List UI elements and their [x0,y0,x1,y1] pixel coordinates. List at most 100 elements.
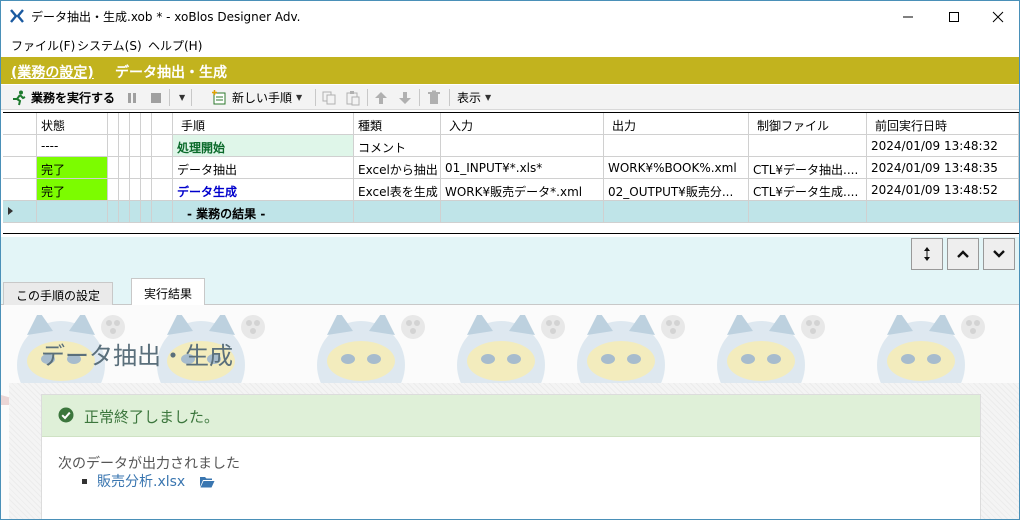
table-row[interactable]: ---- 処理開始 コメント 2024/01/09 13:48:32 [3,135,1019,157]
column-header-step[interactable]: 手順 [173,113,354,135]
business-result-row[interactable]: - 業務の結果 - [3,201,1019,223]
check-circle-icon [58,407,74,423]
move-down-button[interactable] [397,87,413,108]
maximize-button[interactable] [931,1,977,32]
stop-icon [151,92,161,103]
trash-icon [428,90,440,104]
success-alert: 正常終了しました。 [42,395,980,437]
tab-step-settings[interactable]: この手順の設定 [3,282,114,306]
flag-cell [130,179,141,201]
status-cell: 完了 [37,157,108,179]
move-up-button[interactable] [373,87,389,108]
caret-down-icon: ▼ [179,93,186,102]
flag-cell [130,135,141,157]
column-header-input[interactable]: 入力 [441,113,604,135]
control-file-cell [749,135,867,157]
row-header-cell [3,113,37,135]
arrow-down-icon [399,91,411,104]
result-heading: データ抽出・生成 [41,342,233,370]
close-icon [992,11,1004,22]
toolbar-separator [419,89,420,106]
resize-pane-button[interactable] [911,238,943,270]
table-row[interactable]: 完了 データ抽出 Excelから抽出 01_INPUT¥*.xls* WORK¥… [3,157,1019,179]
caret-down-icon: ▼ [485,93,492,102]
output-cell: 02_OUTPUT¥販売分... [604,179,749,201]
tab-execution-result[interactable]: 実行結果 [131,278,206,306]
toolbar-separator [315,89,316,106]
control-file-cell [749,201,867,223]
toolbar-separator [449,89,450,106]
pause-icon [128,92,136,103]
folder-open-icon[interactable] [199,475,215,488]
run-business-label: 業務を実行する [31,91,116,105]
business-title: データ抽出・生成 [115,65,227,81]
paste-icon [346,90,360,105]
input-cell: 01_INPUT¥*.xls* [441,157,604,179]
flag-cell [108,135,119,157]
delete-button[interactable] [426,87,442,108]
column-header-flag [130,113,141,135]
minimize-button[interactable] [885,1,931,32]
output-message: 次のデータが出力されました [58,456,240,472]
type-cell [354,201,441,223]
status-cell [37,201,108,223]
output-file-link[interactable]: 販売分析.xlsx [97,471,185,491]
column-header-last-run[interactable]: 前回実行日時 [867,113,1019,135]
expand-down-button[interactable] [983,238,1015,270]
menu-file[interactable]: ファイル(F) [11,37,75,54]
new-step-button[interactable]: 新しい手順 ▼ [211,87,302,108]
toolbar-separator [169,89,170,106]
view-dropdown-button[interactable]: 表示 ▼ [457,87,491,108]
new-step-label: 新しい手順 [232,91,293,105]
step-cell: 処理開始 [173,135,354,157]
run-business-button[interactable]: 業務を実行する [11,87,115,108]
pause-button[interactable] [125,87,139,108]
column-header-status[interactable]: 状態 [37,113,108,135]
column-header-type[interactable]: 種類 [354,113,441,135]
flag-cell [130,157,141,179]
arrow-up-icon [375,91,387,104]
row-header-cell [3,135,37,157]
grid-header-row: 状態 手順 種類 入力 出力 制御ファイル 前回実行日時 [3,113,1019,135]
step-cell: データ抽出 [173,157,354,179]
business-result-label: - 業務の結果 - [173,201,354,223]
maximize-icon [949,11,959,22]
status-cell: 完了 [37,179,108,201]
row-header-cell [3,157,37,179]
business-bar: (業務の設定) データ抽出・生成 [1,57,1019,84]
xoblos-app-icon [10,9,24,23]
vertical-resize-icon [924,247,930,261]
column-header-flag [119,113,130,135]
result-card: 正常終了しました。 次のデータが出力されました 販売分析.xlsx [41,394,981,519]
collapse-up-button[interactable] [947,238,979,270]
toolbar-separator [191,89,192,106]
column-header-control-file[interactable]: 制御ファイル [749,113,867,135]
copy-button[interactable] [321,87,337,108]
column-header-flag [108,113,119,135]
minimize-icon [903,16,913,17]
flag-cell [108,201,119,223]
last-run-cell [867,201,1019,223]
flag-cell [141,157,152,179]
title-bar: データ抽出・生成.xob * - xoBlos Designer Adv. [1,1,1019,32]
menu-system[interactable]: システム(S) [77,37,142,54]
business-settings-link[interactable]: (業務の設定) [11,62,94,82]
run-options-dropdown[interactable]: ▼ [175,87,185,108]
menu-help[interactable]: ヘルプ(H) [148,37,202,54]
paste-button[interactable] [345,87,361,108]
success-message: 正常終了しました。 [84,408,220,426]
column-header-flag [152,113,173,135]
flag-cell [141,179,152,201]
step-cell: データ生成 [173,179,354,201]
flag-cell [152,135,173,157]
flag-cell [119,135,130,157]
last-run-cell: 2024/01/09 13:48:35 [867,157,1019,179]
type-cell: Excel表を生成 [354,179,441,201]
table-row[interactable]: 完了 データ生成 Excel表を生成 WORK¥販売データ*.xml 02_OU… [3,179,1019,201]
app-window: データ抽出・生成.xob * - xoBlos Designer Adv. ファ… [0,0,1020,520]
input-cell [441,201,604,223]
close-button[interactable] [975,1,1019,32]
stop-button[interactable] [149,87,163,108]
column-header-output[interactable]: 出力 [604,113,749,135]
detail-tabs: この手順の設定 実行結果 [1,275,1019,306]
